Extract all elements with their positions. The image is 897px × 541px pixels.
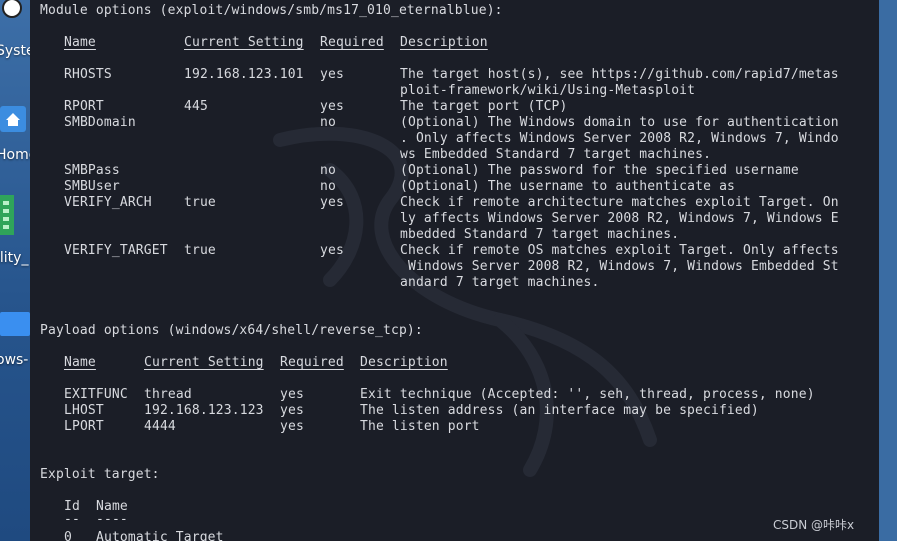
module-col-setting: Current Setting bbox=[184, 35, 304, 50]
module-row-desc: andard 7 target machines. bbox=[400, 275, 600, 290]
module-row-desc: mbedded Standard 7 target machines. bbox=[400, 227, 680, 242]
module-row-setting: true bbox=[184, 243, 216, 258]
payload-row-setting: 192.168.123.123 bbox=[144, 403, 264, 418]
module-row-required: no bbox=[320, 115, 336, 130]
module-row-desc: (Optional) The username to authenticate … bbox=[400, 179, 736, 194]
exploit-col-name-underline: ---- bbox=[96, 512, 128, 527]
csdn-watermark: CSDN @咔咔x bbox=[773, 518, 855, 532]
module-row-required: yes bbox=[320, 67, 344, 82]
payload-row-setting: thread bbox=[144, 387, 192, 402]
desktop-label-utility[interactable]: ility_ bbox=[0, 250, 28, 266]
module-row-setting: 192.168.123.101 bbox=[184, 67, 304, 82]
exploit-row-id: 0 bbox=[64, 530, 72, 541]
module-row-setting: true bbox=[184, 195, 216, 210]
desktop-label-windows[interactable]: ows- bbox=[0, 352, 28, 368]
module-row-desc: The target host(s), see https://github.c… bbox=[400, 67, 839, 82]
module-row-desc: ly affects Windows Server 2008 R2, Windo… bbox=[400, 211, 839, 226]
module-row-required: no bbox=[320, 179, 336, 194]
module-row-name: RHOSTS bbox=[64, 67, 112, 82]
module-row-desc: ws Embedded Standard 7 target machines. bbox=[400, 147, 712, 162]
module-row-name: RPORT bbox=[64, 99, 104, 114]
module-row-desc: (Optional) The password for the specifie… bbox=[400, 163, 799, 178]
module-row-setting: 445 bbox=[184, 99, 208, 114]
exploit-row-name: Automatic Target bbox=[96, 530, 224, 541]
utility-app-icon[interactable] bbox=[0, 195, 18, 235]
exploit-col-id-underline: -- bbox=[64, 512, 80, 527]
payload-row-required: yes bbox=[280, 403, 304, 418]
module-row-name: SMBDomain bbox=[64, 115, 136, 130]
module-row-desc: . Only affects Windows Server 2008 R2, W… bbox=[400, 131, 839, 146]
payload-row-name: EXITFUNC bbox=[64, 387, 128, 402]
desktop-right-edge bbox=[879, 0, 897, 541]
module-row-desc: ploit-framework/wiki/Using-Metasploit bbox=[400, 83, 696, 98]
desktop-background: System Home ility_ ows- bbox=[0, 0, 30, 541]
payload-row-desc: The listen address (an interface may be … bbox=[360, 403, 759, 418]
windows-app-icon[interactable] bbox=[0, 312, 30, 336]
module-row-name: VERIFY_ARCH bbox=[64, 195, 152, 210]
module-row-desc: (Optional) The Windows domain to use for… bbox=[400, 115, 839, 130]
module-row-name: VERIFY_TARGET bbox=[64, 243, 168, 258]
payload-row-name: LHOST bbox=[64, 403, 104, 418]
module-col-name: Name bbox=[64, 35, 96, 50]
exploit-target-header: Exploit target: bbox=[40, 467, 160, 482]
terminal-window[interactable]: Module options (exploit/windows/smb/ms17… bbox=[30, 0, 879, 541]
desktop-label-home[interactable]: Home bbox=[0, 147, 30, 163]
payload-row-required: yes bbox=[280, 419, 304, 434]
desktop-label-system[interactable]: System bbox=[0, 43, 30, 59]
payload-row-required: yes bbox=[280, 387, 304, 402]
home-folder-icon[interactable] bbox=[0, 106, 26, 132]
module-row-desc: The target port (TCP) bbox=[400, 99, 568, 114]
payload-col-required: Required bbox=[280, 355, 344, 370]
module-row-name: SMBPass bbox=[64, 163, 120, 178]
module-col-required: Required bbox=[320, 35, 384, 50]
module-row-required: yes bbox=[320, 243, 344, 258]
module-row-required: yes bbox=[320, 195, 344, 210]
system-icon[interactable] bbox=[0, 0, 24, 22]
module-row-desc: Check if remote OS matches exploit Targe… bbox=[400, 243, 839, 258]
module-row-required: no bbox=[320, 163, 336, 178]
module-row-required: yes bbox=[320, 99, 344, 114]
module-row-desc: Check if remote architecture matches exp… bbox=[400, 195, 839, 210]
module-row-name: SMBUser bbox=[64, 179, 120, 194]
payload-col-description: Description bbox=[360, 355, 448, 370]
module-col-description: Description bbox=[400, 35, 488, 50]
payload-row-desc: The listen port bbox=[360, 419, 480, 434]
module-row-desc: Windows Server 2008 R2, Windows 7, Windo… bbox=[400, 259, 839, 274]
payload-row-name: LPORT bbox=[64, 419, 104, 434]
payload-row-setting: 4444 bbox=[144, 419, 176, 434]
payload-col-setting: Current Setting bbox=[144, 355, 264, 370]
payload-col-name: Name bbox=[64, 355, 96, 370]
payload-row-desc: Exit technique (Accepted: '', seh, threa… bbox=[360, 387, 815, 402]
payload-options-header: Payload options (windows/x64/shell/rever… bbox=[40, 323, 423, 338]
module-options-header: Module options (exploit/windows/smb/ms17… bbox=[40, 3, 503, 18]
